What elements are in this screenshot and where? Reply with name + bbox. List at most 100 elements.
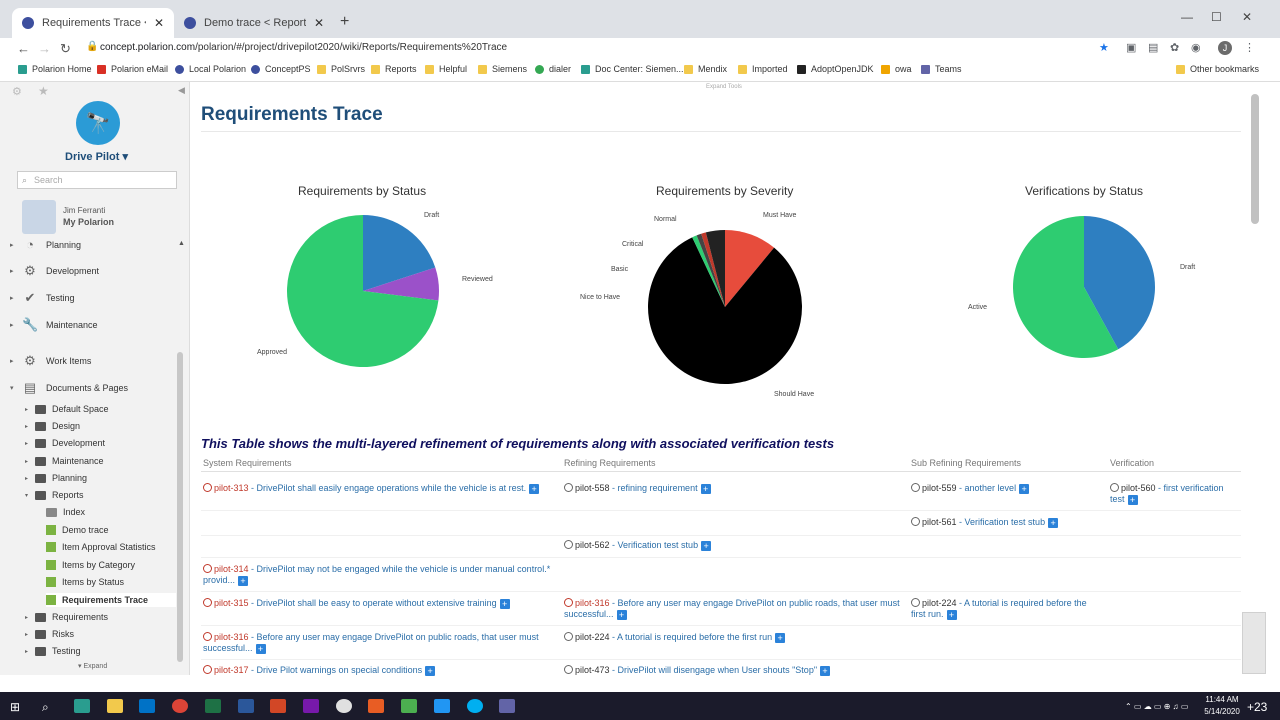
add-icon[interactable]: + bbox=[700, 484, 711, 494]
onenote-icon[interactable] bbox=[303, 699, 319, 713]
tree-item-risks[interactable]: ▸ Risks bbox=[25, 629, 74, 639]
tree-item-reports[interactable]: ▾ Reports bbox=[25, 490, 84, 500]
add-icon[interactable]: + bbox=[1127, 495, 1138, 505]
tree-item-item-approval-statistics[interactable]: Item Approval Statistics bbox=[46, 542, 156, 552]
add-icon[interactable]: + bbox=[820, 666, 831, 676]
my-polarion-link[interactable]: My Polarion bbox=[63, 217, 114, 227]
table-cell-link[interactable]: pilot-473 - DrivePilot will disengage wh… bbox=[564, 665, 904, 676]
bookmark-siemens[interactable]: Siemens bbox=[478, 64, 527, 74]
taskbar-app-icon[interactable] bbox=[401, 699, 417, 713]
tab-requirements-trace[interactable]: Requirements Trace < Reports < ✕ bbox=[12, 8, 174, 38]
excel-icon[interactable] bbox=[205, 699, 221, 713]
add-icon[interactable]: + bbox=[425, 666, 436, 676]
table-cell-link[interactable]: pilot-316 - Before any user may engage D… bbox=[564, 598, 904, 620]
close-icon[interactable]: ✕ bbox=[154, 16, 164, 30]
teams-icon[interactable] bbox=[499, 699, 515, 713]
add-icon[interactable]: + bbox=[255, 644, 266, 654]
table-cell-link[interactable]: pilot-317 - Drive Pilot warnings on spec… bbox=[203, 665, 558, 676]
table-cell-link[interactable]: pilot-314 - DrivePilot may not be engage… bbox=[203, 564, 558, 586]
profile-avatar[interactable]: J bbox=[1218, 41, 1232, 55]
sidebar-scrollbar[interactable] bbox=[177, 352, 183, 662]
bookmark-helpful[interactable]: Helpful bbox=[425, 64, 467, 74]
add-icon[interactable]: + bbox=[701, 541, 712, 551]
close-icon[interactable]: ✕ bbox=[314, 16, 324, 30]
clock-date[interactable]: 5/14/2020 bbox=[1202, 707, 1242, 716]
sidebar-item-planning[interactable]: ▸ ◔ Planning bbox=[10, 238, 81, 252]
tree-item-items-by-status[interactable]: Items by Status bbox=[46, 577, 124, 587]
bookmark-polarion-email[interactable]: Polarion eMail bbox=[97, 64, 168, 74]
bookmark-polarion-home[interactable]: Polarion Home bbox=[18, 64, 92, 74]
bookmark-imported[interactable]: Imported bbox=[738, 64, 788, 74]
back-icon[interactable]: ← bbox=[17, 41, 30, 56]
sidebar-item-development[interactable]: ▸ ⚙ Development bbox=[10, 264, 99, 278]
tree-item-index[interactable]: Index bbox=[46, 507, 85, 517]
gear-icon[interactable]: ⚙ bbox=[12, 85, 22, 98]
word-icon[interactable] bbox=[238, 699, 254, 713]
favorite-star-icon[interactable]: ★ bbox=[38, 84, 49, 98]
tree-item-demo-trace[interactable]: Demo trace bbox=[46, 525, 109, 535]
extension-icon[interactable]: ✿ bbox=[1170, 41, 1179, 54]
expand-tools-link[interactable]: Expand Tools bbox=[706, 84, 742, 90]
skype-icon[interactable] bbox=[467, 699, 483, 713]
bookmark-doc-center[interactable]: Doc Center: Siemen... bbox=[581, 64, 684, 74]
reload-icon[interactable]: ↻ bbox=[60, 41, 71, 57]
main-scrollbar[interactable] bbox=[1251, 94, 1259, 224]
forward-icon[interactable]: → bbox=[38, 41, 51, 56]
system-tray-icons[interactable]: ⌃ ▭ ☁ ▭ ⊕ ♫ ▭ bbox=[1125, 702, 1188, 711]
bookmark-dialer[interactable]: dialer bbox=[535, 64, 571, 74]
clock-time[interactable]: 11:44 AM bbox=[1202, 695, 1242, 704]
table-cell-link[interactable]: pilot-560 - first verification test + bbox=[1110, 483, 1235, 505]
tree-item-items-by-category[interactable]: Items by Category bbox=[46, 560, 135, 570]
tree-item-development[interactable]: ▸ Development bbox=[25, 438, 105, 448]
add-icon[interactable]: + bbox=[616, 610, 627, 620]
windows-start-icon[interactable]: ⊞ bbox=[10, 700, 20, 714]
add-icon[interactable]: + bbox=[946, 610, 957, 620]
star-icon[interactable]: ★ bbox=[1099, 41, 1109, 54]
bookmark-reports[interactable]: Reports bbox=[371, 64, 417, 74]
minimize-button[interactable]: — bbox=[1181, 10, 1193, 24]
bookmark-mendix[interactable]: Mendix bbox=[684, 64, 727, 74]
sidebar-item-maintenance[interactable]: ▸ 🔧 Maintenance bbox=[10, 318, 98, 332]
menu-icon[interactable]: ⋮ bbox=[1244, 41, 1255, 54]
tree-item-maintenance[interactable]: ▸ Maintenance bbox=[25, 456, 104, 466]
add-icon[interactable]: + bbox=[1048, 518, 1059, 528]
table-cell-link[interactable]: pilot-313 - DrivePilot shall easily enga… bbox=[203, 483, 558, 494]
tree-item-planning[interactable]: ▸ Planning bbox=[25, 473, 87, 483]
table-cell-link[interactable]: pilot-224 - A tutorial is required befor… bbox=[911, 598, 1101, 620]
chrome-icon[interactable] bbox=[172, 699, 188, 713]
sidebar-item-documents[interactable]: ▾ ▤ Documents & Pages bbox=[10, 381, 128, 395]
extension-icon[interactable]: ◉ bbox=[1191, 41, 1201, 54]
taskbar-app-icon[interactable] bbox=[368, 699, 384, 713]
search-icon[interactable]: ⌕ bbox=[42, 700, 49, 715]
bookmark-polsrvrs[interactable]: PolSrvrs bbox=[317, 64, 365, 74]
tree-item-requirements-trace[interactable]: Requirements Trace bbox=[46, 593, 176, 607]
table-cell-link[interactable]: pilot-558 - refining requirement + bbox=[564, 483, 904, 494]
bookmark-adoptopenjdk[interactable]: AdoptOpenJDK bbox=[797, 64, 874, 74]
add-icon[interactable]: + bbox=[529, 484, 540, 494]
tree-item-design[interactable]: ▸ Design bbox=[25, 421, 80, 431]
bookmark-conceptps[interactable]: ConceptPS bbox=[251, 64, 311, 74]
tab-demo-trace[interactable]: Demo trace < Reports < Docum ✕ bbox=[174, 8, 334, 38]
powerpoint-icon[interactable] bbox=[270, 699, 286, 713]
bookmark-owa[interactable]: owa bbox=[881, 64, 912, 74]
other-bookmarks[interactable]: Other bookmarks bbox=[1176, 64, 1259, 74]
collapse-sidebar-icon[interactable]: ◀ bbox=[178, 85, 185, 96]
table-cell-link[interactable]: pilot-562 - Verification test stub + bbox=[564, 540, 904, 551]
project-selector[interactable]: Drive Pilot ▾ bbox=[65, 150, 128, 163]
expand-button[interactable]: ▾ Expand bbox=[78, 662, 107, 670]
tree-item-requirements[interactable]: ▸ Requirements bbox=[25, 612, 108, 622]
table-cell-link[interactable]: pilot-315 - DrivePilot shall be easy to … bbox=[203, 598, 558, 609]
url-field[interactable]: concept.polarion.com/polarion/#/project/… bbox=[100, 42, 507, 53]
file-explorer-icon[interactable] bbox=[107, 699, 123, 713]
table-cell-link[interactable]: pilot-224 - A tutorial is required befor… bbox=[564, 632, 904, 643]
close-window-button[interactable]: ✕ bbox=[1242, 10, 1252, 24]
sidebar-item-work-items[interactable]: ▸ ⚙ Work Items bbox=[10, 354, 91, 368]
scroll-up-icon[interactable]: ▲ bbox=[178, 240, 185, 247]
table-cell-link[interactable]: pilot-559 - another level + bbox=[911, 483, 1101, 494]
extension-icon[interactable]: ▤ bbox=[1148, 41, 1158, 54]
taskbar-app-icon[interactable] bbox=[336, 699, 352, 713]
table-cell-link[interactable]: pilot-561 - Verification test stub + bbox=[911, 517, 1101, 528]
taskbar-app-icon[interactable] bbox=[434, 699, 450, 713]
sidebar-item-testing[interactable]: ▸ ✔ Testing bbox=[10, 291, 75, 305]
bookmark-teams[interactable]: Teams bbox=[921, 64, 962, 74]
